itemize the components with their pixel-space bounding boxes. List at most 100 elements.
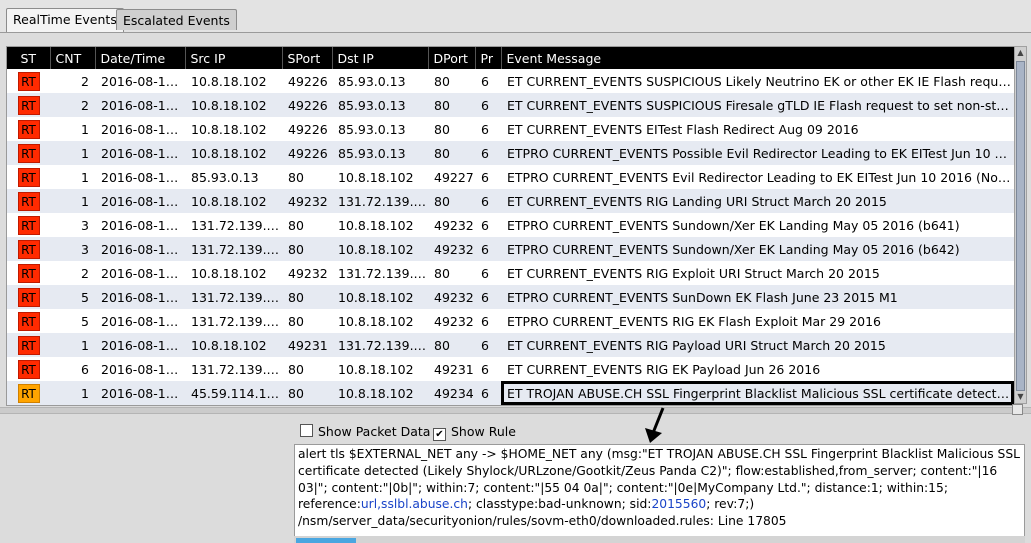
cell-dport: 49232 (434, 217, 474, 233)
cell-cnt: 1 (81, 121, 89, 137)
rule-reference-link[interactable]: url,sslbl.abuse.ch (361, 497, 468, 511)
cell-src-ip: 131.72.139.33 (191, 217, 282, 233)
cell-src-ip: 85.93.0.13 (191, 169, 259, 185)
col-header-cnt[interactable]: CNT (49, 47, 95, 69)
cell-dport: 80 (434, 73, 450, 89)
cell-datetime: 2016-08-18... (101, 361, 185, 377)
cell-dst-ip: 85.93.0.13 (332, 93, 428, 117)
cell-sport: 80 (282, 237, 332, 261)
cell-sport: 49226 (282, 141, 332, 165)
cell-st: RT (7, 357, 50, 381)
cell-sport: 49231 (282, 333, 332, 357)
status-badge: RT (17, 143, 40, 163)
rule-sid-link[interactable]: 2015560 (651, 497, 706, 511)
cell-pr: 6 (481, 265, 489, 281)
cell-event-message: ET CURRENT_EVENTS EITest Flash Redirect … (507, 121, 859, 137)
table-row[interactable]: RT 3 2016-08-18... 131.72.139.33 80 10.8.18.1… (7, 237, 1014, 261)
col-header-src-ip[interactable]: Src IP (184, 47, 282, 69)
table-row[interactable]: RT 1 2016-08-18... 10.8.18.102 49232 131.72.1… (7, 189, 1014, 213)
scroll-up-icon[interactable]: ▲ (1015, 47, 1026, 59)
cell-pr: 6 (481, 217, 489, 233)
tab-escalated-events[interactable]: Escalated Events (116, 9, 237, 30)
cell-sport: 80 (288, 361, 304, 377)
col-header-pr[interactable]: Pr (474, 47, 501, 69)
col-header-st[interactable]: ST (7, 47, 50, 69)
cell-src-ip: 131.72.139.33 (191, 361, 282, 377)
status-badge: RT (17, 167, 40, 187)
cell-datetime: 2016-08-18... (95, 93, 185, 117)
cell-st: RT (7, 69, 50, 93)
cell-src-ip: 10.8.18.102 (185, 141, 282, 165)
cell-dport: 49232 (428, 285, 475, 309)
cell-event-message: ETPRO CURRENT_EVENTS Sundown/Xer EK Land… (507, 217, 960, 233)
col-header-datetime[interactable]: Date/Time (94, 47, 185, 69)
cell-event-message: ET CURRENT_EVENTS RIG Landing URI Struct… (501, 189, 1014, 213)
tab-realtime-events[interactable]: RealTime Events (6, 8, 124, 33)
col-header-dst-ip[interactable]: Dst IP (331, 47, 428, 69)
cell-sport: 80 (288, 217, 304, 233)
cell-datetime: 2016-08-18... (95, 189, 185, 213)
table-row[interactable]: RT 5 2016-08-18... 131.72.139.33 80 10.8.18.1… (7, 285, 1014, 309)
cell-cnt: 1 (50, 381, 95, 405)
table-row[interactable]: RT 3 2016-08-18... 131.72.139.33 80 10.8.18.1… (7, 213, 1014, 237)
cell-pr: 6 (481, 361, 489, 377)
col-header-sport[interactable]: SPort (281, 47, 332, 69)
table-row[interactable]: RT 2 2016-08-18... 10.8.18.102 49226 85.93.0.… (7, 93, 1014, 117)
show-packet-data-checkbox[interactable]: Show Packet Data (300, 424, 430, 440)
cell-sport: 49226 (282, 93, 332, 117)
show-rule-checkbox[interactable]: ✔ Show Rule (433, 424, 516, 441)
table-row[interactable]: RT 6 2016-08-18... 131.72.139.33 80 10.8.18.1… (7, 357, 1014, 381)
table-row[interactable]: RT 1 2016-08-18... 10.8.18.102 49226 85.93.0.… (7, 117, 1014, 141)
cell-pr: 6 (475, 381, 501, 405)
cell-st: RT (7, 261, 50, 285)
col-header-event-message[interactable]: Event Message (500, 47, 1014, 69)
table-row[interactable]: RT 1 2016-08-18... 85.93.0.13 80 10.8.18.102 4… (7, 165, 1014, 189)
rule-text-end: ; rev:7;) (706, 497, 755, 512)
cell-cnt: 1 (81, 169, 89, 185)
cell-dst-ip: 10.8.18.102 (332, 237, 428, 261)
scrollbar-thumb[interactable] (1016, 61, 1025, 391)
cell-pr: 6 (475, 237, 501, 261)
col-header-dport[interactable]: DPort (427, 47, 475, 69)
events-scrollbar[interactable]: ▲ ▼ (1014, 46, 1027, 404)
cell-event-message: ET CURRENT_EVENTS SUSPICIOUS Firesale gT… (501, 93, 1014, 117)
table-row[interactable]: RT 1 2016-08-18... 10.8.18.102 49231 131.72.1… (7, 333, 1014, 357)
tab-divider (0, 32, 1031, 33)
table-row[interactable]: RT 1 2016-08-18... 10.8.18.102 49226 85.93.0.… (7, 141, 1014, 165)
rule-scrollbar-thumb[interactable] (296, 538, 356, 543)
cell-event-message: ETPRO CURRENT_EVENTS SunDown EK Flash Ju… (501, 285, 1014, 309)
cell-st: RT (7, 141, 50, 165)
status-badge: RT (17, 95, 40, 115)
cell-datetime: 2016-08-18... (95, 141, 185, 165)
checkmark-icon[interactable]: ✔ (433, 428, 446, 441)
table-row[interactable]: RT 1 2016-08-18... 45.59.114.112 80 10.8.18.1… (7, 381, 1014, 405)
cell-dport: 49234 (428, 381, 475, 405)
cell-cnt: 6 (81, 361, 89, 377)
cell-st: RT (7, 213, 50, 237)
status-badge: RT (17, 263, 40, 283)
table-header: ST CNT Date/Time Src IP SPort Dst IP DPo… (7, 47, 1014, 69)
cell-datetime: 2016-08-18... (101, 265, 185, 281)
cell-event-message: ET TROJAN ABUSE.CH SSL Fingerprint Black… (501, 381, 1014, 405)
cell-sport: 80 (282, 285, 332, 309)
cell-sport: 49226 (288, 73, 328, 89)
table-row[interactable]: RT 2 2016-08-18... 10.8.18.102 49226 85.93.0.… (7, 69, 1014, 93)
cell-event-message: ET CURRENT_EVENTS RIG EK Payload Jun 26 … (507, 361, 821, 377)
status-badge: RT (17, 215, 40, 235)
unchecked-box-icon[interactable] (300, 424, 313, 437)
cell-pr: 6 (475, 141, 501, 165)
scroll-down-icon[interactable]: ▼ (1015, 391, 1026, 403)
annotation-arrow-icon (645, 407, 665, 443)
cell-event-message: ETPRO CURRENT_EVENTS Possible Evil Redir… (501, 141, 1014, 165)
show-packet-data-label: Show Packet Data (318, 424, 431, 439)
pane-splitter[interactable] (0, 407, 1031, 414)
rule-text-panel[interactable]: alert tls $EXTERNAL_NET any -> $HOME_NET… (294, 444, 1025, 537)
table-row[interactable]: RT 5 2016-08-18... 131.72.139.33 80 10.8.18.1… (7, 309, 1014, 333)
tab-bar: RealTime Events Escalated Events (0, 0, 1031, 33)
rule-horizontal-scrollbar[interactable] (294, 536, 1025, 543)
table-row[interactable]: RT 2 2016-08-18... 10.8.18.102 49232 131.72.1… (7, 261, 1014, 285)
splitter-handle[interactable] (1012, 404, 1023, 415)
cell-dport: 80 (434, 265, 450, 281)
cell-cnt: 1 (50, 189, 95, 213)
cell-cnt: 2 (81, 73, 89, 89)
